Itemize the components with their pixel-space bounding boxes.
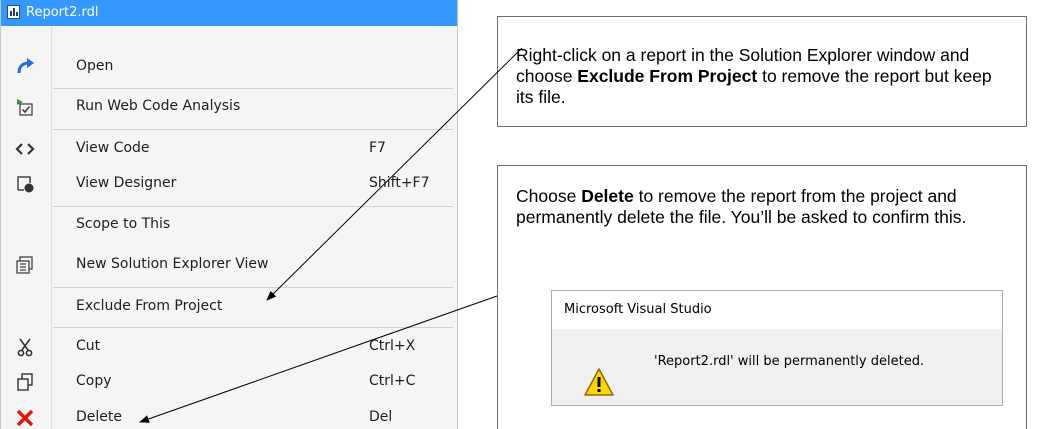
menu-item-label: Cut [76,338,101,354]
dialog-title-bar: Microsoft Visual Studio [552,291,1002,329]
menu-separator [53,287,453,288]
callout-delete-text: Choose Delete to remove the report from … [516,186,967,227]
menu-separator [53,327,453,328]
menu-item-shortcut: Del [369,409,393,425]
menu-item-view-code[interactable]: View Code F7 [1,131,457,166]
menu-item-shortcut: Shift+F7 [369,175,430,191]
menu-item-view-designer[interactable]: View Designer Shift+F7 [1,166,457,201]
view-designer-icon [15,174,35,194]
callout-exclude-text: Right-click on a report in the Solution … [516,45,992,107]
menu-item-delete[interactable]: Delete Del [1,400,457,429]
menu-item-label: Open [76,58,114,74]
menu-item-label: New Solution Explorer View [76,256,269,272]
menu-item-new-solution-explorer-view[interactable]: New Solution Explorer View [1,247,457,282]
scissors-icon [15,337,35,357]
menu-title: Report2.rdl [26,5,99,20]
open-arrow-icon [15,57,35,77]
menu-separator [53,129,453,130]
report-file-icon [7,5,20,19]
menu-item-shortcut: F7 [369,140,386,156]
confirm-delete-dialog: Microsoft Visual Studio 'Report2.rdl' wi… [551,290,1003,406]
menu-title-bar: Report2.rdl [1,0,457,26]
view-code-icon [15,139,35,159]
context-menu: Report2.rdl Open Run Web Code Analysis V… [0,0,458,429]
menu-item-label: View Designer [76,175,177,191]
solution-explorer-icon [15,255,35,275]
menu-item-label: Scope to This [76,216,171,232]
delete-x-icon [15,408,35,428]
callout-exclude: Right-click on a report in the Solution … [497,16,1027,127]
menu-item-label: Run Web Code Analysis [76,98,241,114]
menu-item-copy[interactable]: Copy Ctrl+C [1,364,457,399]
copy-icon [15,372,35,392]
menu-item-label: View Code [76,140,150,156]
menu-item-run-web-code-analysis[interactable]: Run Web Code Analysis [1,89,457,124]
code-analysis-icon [15,97,35,117]
warning-icon [584,368,614,396]
menu-item-shortcut: Ctrl+C [369,373,416,389]
menu-item-shortcut: Ctrl+X [369,338,416,354]
menu-item-scope-to-this[interactable]: Scope to This [1,207,457,242]
dialog-message: 'Report2.rdl' will be permanently delete… [654,354,925,369]
menu-item-open[interactable]: Open [1,49,457,84]
menu-item-label: Delete [76,409,122,425]
menu-item-exclude-from-project[interactable]: Exclude From Project [1,289,457,324]
menu-item-label: Exclude From Project [76,298,223,314]
menu-item-label: Copy [76,373,112,389]
dialog-title: Microsoft Visual Studio [564,302,712,317]
menu-item-cut[interactable]: Cut Ctrl+X [1,329,457,364]
